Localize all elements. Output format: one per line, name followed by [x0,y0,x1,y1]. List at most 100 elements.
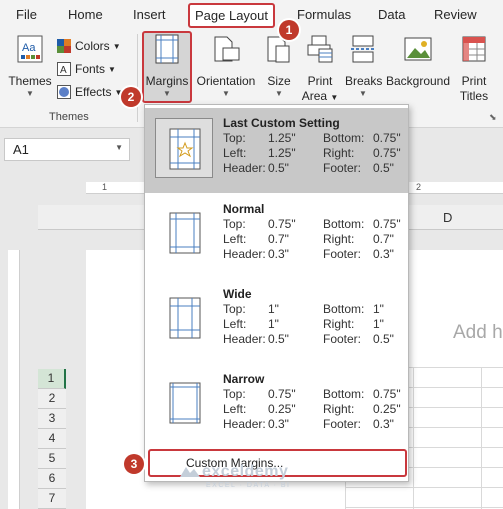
row-header-7[interactable]: 7 [38,489,66,509]
tab-data[interactable]: Data [378,7,405,22]
margin-option-narrow[interactable]: Narrow Top: 0.75" Bottom: 0.75" Left: 0.25" R… [145,364,408,449]
normal-page-icon [169,212,201,254]
colors-label: Colors [75,39,110,53]
svg-text:Aa: Aa [22,42,36,54]
chevron-down-icon: ▼ [112,41,121,51]
label-top: Top: [223,387,246,401]
print-titles-label-1: Print [461,74,487,88]
label-footer: Footer: [323,417,362,431]
column-header-d[interactable]: D [443,210,452,225]
chevron-down-icon: ▼ [330,93,339,102]
row-header-5[interactable]: 5 [38,449,66,469]
themes-button[interactable]: Aa Themes ▼ [7,34,53,99]
fonts-icon: A [57,62,71,76]
label-header: Header: [223,417,266,431]
label-top: Top: [223,302,246,316]
dialog-launcher-icon[interactable]: ⬊ [489,112,497,123]
value-header: 0.5" [268,332,289,346]
value-footer: 0.3" [373,247,394,261]
print-area-icon [300,34,340,68]
print-area-button[interactable]: Print Area ▼ [300,34,340,105]
row-header-1[interactable]: 1 [38,369,66,389]
orientation-icon [193,34,259,68]
orientation-label: Orientation [196,74,256,88]
breaks-button[interactable]: Breaks ▼ [345,34,382,99]
label-footer: Footer: [323,247,362,261]
chevron-down-icon: ▼ [275,89,283,98]
tab-formulas[interactable]: Formulas [297,7,351,22]
label-left: Left: [223,317,247,331]
chevron-down-icon: ▼ [108,64,116,74]
margin-option-normal[interactable]: Normal Top: 0.75" Bottom: 0.75" Left: 0.7" Ri… [145,194,408,279]
fonts-button[interactable]: A Fonts ▼ [57,59,116,79]
label-header: Header: [223,247,266,261]
colors-button[interactable]: Colors ▼ [57,36,121,56]
exceldemy-logo-icon [180,467,200,477]
vertical-ruler [8,250,20,509]
value-header: 0.3" [268,417,289,431]
print-titles-label-2: Titles [459,89,489,103]
row-header-3[interactable]: 3 [38,409,66,429]
ruler-number: 1 [102,182,108,192]
group-divider [137,34,138,122]
value-footer: 0.5" [373,332,394,346]
tab-insert[interactable]: Insert [133,7,166,22]
chevron-down-icon: ▼ [115,143,123,152]
label-top: Top: [223,217,246,231]
label-left: Left: [223,232,247,246]
themes-icon: Aa [7,34,53,68]
step-badge-1: 1 [279,20,299,40]
label-bottom: Bottom: [323,131,365,145]
chevron-down-icon: ▼ [222,89,230,98]
effects-button[interactable]: Effects ▼ [57,82,122,102]
colors-icon [57,39,71,53]
breaks-icon [345,34,381,68]
value-left: 1" [268,317,279,331]
themes-label: Themes [8,74,52,88]
label-right: Right: [323,232,355,246]
row-header-4[interactable]: 4 [38,429,66,449]
print-titles-button[interactable]: Print Titles [456,34,492,104]
chevron-down-icon: ▼ [359,89,367,98]
wide-page-icon [169,297,201,339]
label-left: Left: [223,146,247,160]
value-right: 0.25" [373,402,401,416]
label-bottom: Bottom: [323,387,365,401]
ribbon-tab-bar: File Home Insert Page Layout Formulas Da… [0,0,503,30]
row-header-6[interactable]: 6 [38,469,66,489]
value-bottom: 0.75" [373,131,401,145]
margins-icon [144,34,190,68]
label-footer: Footer: [323,332,362,346]
name-box[interactable]: A1 ▼ [4,138,130,161]
tab-home[interactable]: Home [68,7,103,22]
value-left: 0.25" [268,402,296,416]
label-bottom: Bottom: [323,217,365,231]
value-left: 1.25" [268,146,296,160]
row-header-2[interactable]: 2 [38,389,66,409]
add-header-placeholder[interactable]: Add h [453,322,503,344]
size-button[interactable]: Size ▼ [264,34,294,99]
label-header: Header: [223,161,266,175]
margins-button[interactable]: Margins ▼ [144,34,190,99]
background-button[interactable]: Background [385,34,451,89]
option-title: Last Custom Setting [223,116,340,130]
option-title: Narrow [223,372,265,386]
tab-page-layout[interactable]: Page Layout [188,3,276,28]
watermark-tagline: EXCEL · DATA · BI [206,482,291,489]
effects-icon [57,85,71,99]
margins-dropdown: Last Custom Setting Top: 1.25" Bottom: 0.75… [144,104,409,482]
value-top: 0.75" [268,217,296,231]
value-right: 0.75" [373,146,401,160]
tab-review[interactable]: Review [434,7,477,22]
value-left: 0.7" [268,232,289,246]
value-footer: 0.5" [373,161,394,175]
margin-option-wide[interactable]: Wide Top: 1" Bottom: 1" Left: 1" Right: 1" Hea… [145,279,408,364]
margin-option-last-custom[interactable]: Last Custom Setting Top: 1.25" Bottom: 0.75… [145,108,408,193]
orientation-button[interactable]: Orientation ▼ [193,34,259,99]
watermark-logo: exceldemy EXCEL · DATA · BI [178,463,289,489]
value-header: 0.3" [268,247,289,261]
tab-file[interactable]: File [16,7,37,22]
label-header: Header: [223,332,266,346]
chevron-down-icon: ▼ [26,89,34,98]
themes-group-label: Themes [49,111,89,123]
